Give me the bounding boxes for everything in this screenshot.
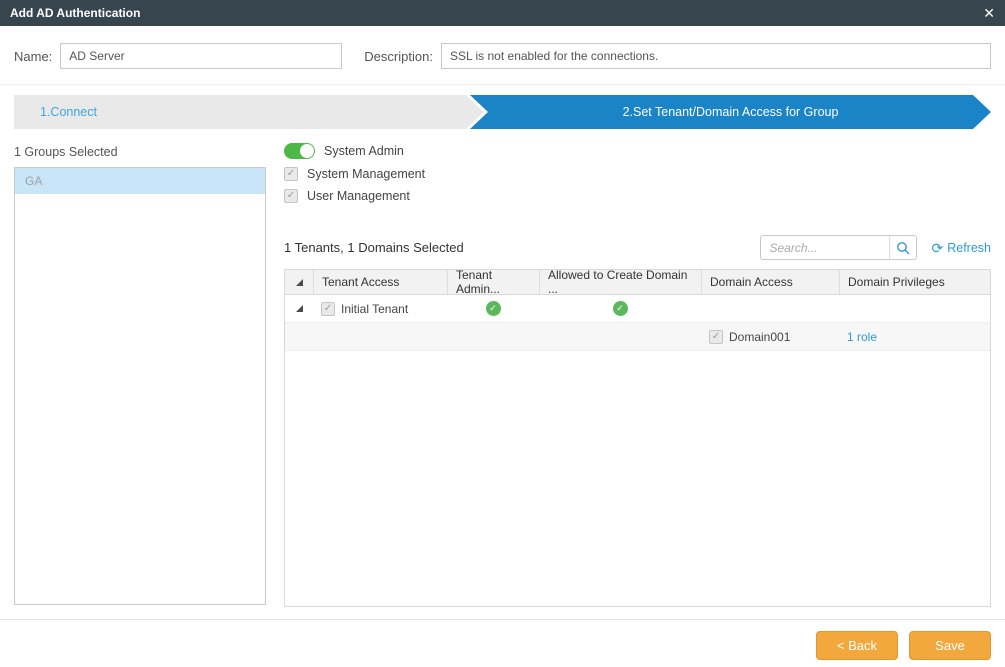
dialog-footer: < Back Save (0, 619, 1005, 660)
table-row: Domain001 1 role (285, 323, 990, 351)
role-link[interactable]: 1 role (847, 330, 877, 344)
domain-name: Domain001 (729, 330, 790, 344)
tenant-toolbar: 1 Tenants, 1 Domains Selected ⟳ Refresh (284, 235, 991, 260)
tenant-name: Initial Tenant (341, 302, 408, 316)
user-management-label: User Management (307, 189, 410, 203)
tenants-domains-selected-label: 1 Tenants, 1 Domains Selected (284, 240, 760, 255)
close-icon[interactable]: ✕ (983, 6, 995, 20)
header-tenant-admin: Tenant Admin... (447, 270, 539, 294)
collapse-all-icon[interactable] (296, 279, 303, 286)
step-set-tenant-domain-access[interactable]: 2.Set Tenant/Domain Access for Group (470, 95, 991, 129)
dialog-title: Add AD Authentication (10, 6, 140, 20)
groups-selected-label: 1 Groups Selected (14, 145, 266, 159)
groups-pane: 1 Groups Selected GA (14, 129, 266, 607)
header-allowed-create-domain: Allowed to Create Domain ... (539, 270, 701, 294)
permissions-block: System Admin System Management User Mana… (284, 143, 991, 211)
add-ad-authentication-dialog: Add AD Authentication ✕ Name: Descriptio… (0, 0, 1005, 660)
table-empty-area (285, 351, 990, 606)
system-management-checkbox (284, 167, 298, 181)
wizard-steps: 1.Connect 2.Set Tenant/Domain Access for… (14, 95, 991, 129)
groups-list: GA (14, 167, 266, 605)
header-tenant-access: Tenant Access (313, 270, 447, 294)
initial-tenant-checkbox (321, 302, 335, 316)
system-admin-toggle[interactable] (284, 143, 315, 159)
back-button[interactable]: < Back (816, 631, 898, 660)
search-box (760, 235, 917, 260)
access-pane: System Admin System Management User Mana… (284, 129, 991, 607)
search-input[interactable] (769, 241, 889, 255)
step-set-tenant-domain-access-label: 2.Set Tenant/Domain Access for Group (623, 105, 839, 119)
dialog-titlebar: Add AD Authentication ✕ (0, 0, 1005, 26)
name-description-row: Name: Description: (0, 26, 1005, 85)
name-label: Name: (14, 49, 52, 64)
header-domain-access: Domain Access (701, 270, 839, 294)
description-input[interactable] (441, 43, 991, 69)
table-header-row: Tenant Access Tenant Admin... Allowed to… (285, 270, 990, 295)
refresh-icon: ⟳ (931, 241, 943, 255)
save-button[interactable]: Save (909, 631, 991, 660)
tenant-domain-table: Tenant Access Tenant Admin... Allowed to… (284, 269, 991, 607)
step-connect-label: 1.Connect (40, 105, 97, 119)
system-admin-label: System Admin (324, 144, 404, 158)
step-connect[interactable]: 1.Connect (14, 95, 484, 129)
domain001-checkbox (709, 330, 723, 344)
search-icon[interactable] (889, 236, 916, 259)
collapse-row-icon[interactable] (296, 305, 303, 312)
description-label: Description: (364, 49, 433, 64)
header-domain-privileges: Domain Privileges (839, 270, 990, 294)
refresh-label: Refresh (947, 241, 991, 255)
system-management-label: System Management (307, 167, 425, 181)
tenant-admin-check-icon (486, 301, 501, 316)
allowed-create-domain-check-icon (613, 301, 628, 316)
table-row: Initial Tenant (285, 295, 990, 323)
name-input[interactable] (60, 43, 342, 69)
user-management-checkbox (284, 189, 298, 203)
group-list-item[interactable]: GA (15, 168, 265, 194)
refresh-button[interactable]: ⟳ Refresh (931, 241, 991, 255)
dialog-content: 1 Groups Selected GA System Admin System… (0, 129, 1005, 607)
